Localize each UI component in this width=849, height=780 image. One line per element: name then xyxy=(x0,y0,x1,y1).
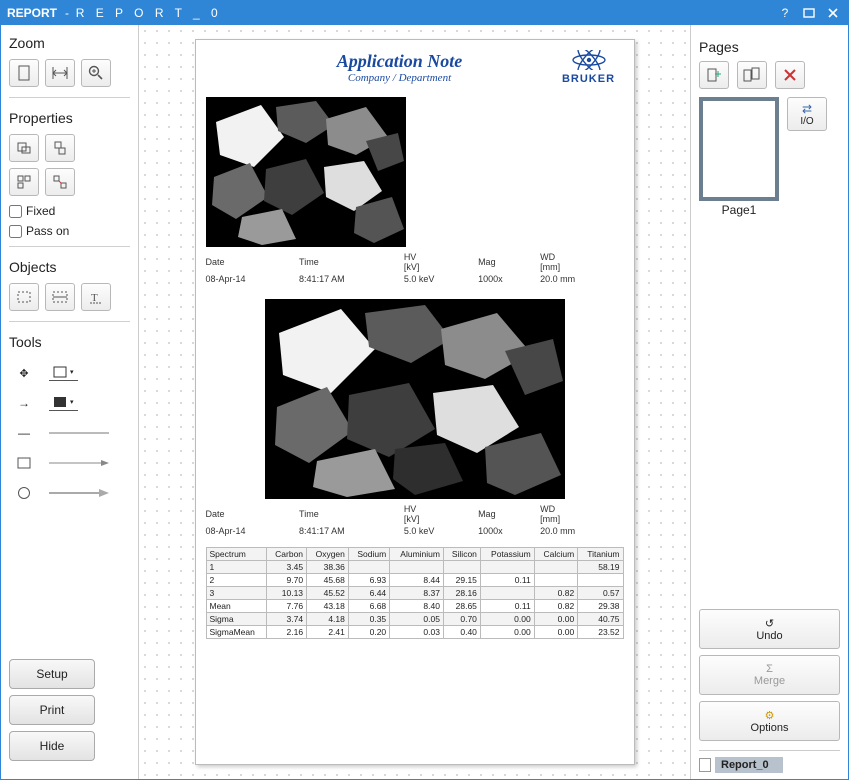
merge-button: Σ Merge xyxy=(699,655,840,695)
canvas-area[interactable]: Application Note Company / Department BR… xyxy=(139,25,690,779)
objects-section-title: Objects xyxy=(9,259,130,275)
print-button[interactable]: Print xyxy=(9,695,95,725)
passon-checkbox[interactable]: Pass on xyxy=(9,224,130,238)
options-button[interactable]: ⚙ Options xyxy=(699,701,840,741)
zoom-fit-page-button[interactable] xyxy=(9,59,39,87)
rect-icon[interactable] xyxy=(17,457,31,469)
table-row: 29.7045.686.938.4429.150.11 xyxy=(206,574,623,587)
fixed-checkbox[interactable]: Fixed xyxy=(9,204,130,218)
document-icon xyxy=(699,758,711,772)
prop-align-button[interactable] xyxy=(9,134,39,162)
setup-button[interactable]: Setup xyxy=(9,659,95,689)
io-button[interactable]: ⇄ I/O xyxy=(787,97,827,131)
duplicate-page-button[interactable] xyxy=(737,61,767,89)
add-page-button[interactable] xyxy=(699,61,729,89)
arrow-thick-option[interactable] xyxy=(49,489,109,497)
bruker-logo: BRUKER xyxy=(554,50,624,85)
prop-ungroup-button[interactable] xyxy=(45,168,75,196)
page-header: Application Note Company / Department BR… xyxy=(206,50,624,85)
delete-page-button[interactable] xyxy=(775,61,805,89)
fill-none-dropdown[interactable]: ▾ xyxy=(49,366,78,381)
zoom-section-title: Zoom xyxy=(9,35,130,51)
report-window: REPORT - R E P O R T _ 0 ? Zoom Properti… xyxy=(0,0,849,780)
report-page[interactable]: Application Note Company / Department BR… xyxy=(195,39,635,765)
report-title: Application Note xyxy=(246,51,554,72)
image2-info-table: DateTimeHV[kV]MagWD[mm] 08-Apr-148:41:17… xyxy=(206,503,624,537)
help-button[interactable]: ? xyxy=(776,5,794,21)
line-thin-option[interactable] xyxy=(49,430,109,436)
zoom-magnify-button[interactable] xyxy=(81,59,111,87)
table-row: Sigma3.744.180.350.050.700.000.0040.75 xyxy=(206,613,623,626)
image1-info-table: DateTimeHV[kV]MagWD[mm] 08-Apr-148:41:17… xyxy=(206,251,624,285)
left-panel: Zoom Properties Fixed Pass on Objects xyxy=(1,25,139,779)
arrow-thin-option[interactable] xyxy=(49,459,109,467)
maximize-button[interactable] xyxy=(800,5,818,21)
object-text-button[interactable]: T xyxy=(81,283,111,311)
prop-group-button[interactable] xyxy=(9,168,39,196)
zoom-fit-width-button[interactable] xyxy=(45,59,75,87)
undo-icon: ↺ xyxy=(765,617,774,630)
svg-text:T: T xyxy=(91,292,98,304)
options-icon: ⚙ xyxy=(765,709,775,722)
arrow-right-icon[interactable]: → xyxy=(18,396,30,410)
sigma-icon: Σ xyxy=(766,663,773,675)
title-bar: REPORT - R E P O R T _ 0 ? xyxy=(1,1,848,25)
fill-solid-dropdown[interactable]: ▾ xyxy=(49,396,78,411)
sem-image-1[interactable] xyxy=(206,97,406,247)
spectrum-table: SpectrumCarbonOxygenSodiumAluminiumSilic… xyxy=(206,547,624,639)
close-button[interactable] xyxy=(824,5,842,21)
move-icon[interactable]: ✥ xyxy=(19,367,28,380)
tools-section-title: Tools xyxy=(9,334,130,350)
title-doc: R E P O R T _ 0 xyxy=(76,6,222,20)
properties-section-title: Properties xyxy=(9,110,130,126)
right-panel: Pages Page1 ⇄ I/O xyxy=(690,25,848,779)
prop-arrange-button[interactable] xyxy=(45,134,75,162)
object-frame-button[interactable] xyxy=(9,283,39,311)
sem-image-2[interactable] xyxy=(265,299,565,499)
report-subtitle: Company / Department xyxy=(246,72,554,84)
tools-grid: ✥ ▾ → ▾ — xyxy=(9,358,130,508)
hline-icon[interactable]: — xyxy=(18,426,30,440)
table-row: 13.4538.3658.19 xyxy=(206,561,623,574)
report-tab[interactable]: Report_0 xyxy=(715,757,783,773)
table-row: SigmaMean2.162.410.200.030.400.000.0023.… xyxy=(206,626,623,639)
object-image-button[interactable] xyxy=(45,283,75,311)
circle-icon[interactable] xyxy=(17,486,31,500)
hide-button[interactable]: Hide xyxy=(9,731,95,761)
pages-section-title: Pages xyxy=(699,39,840,55)
title-app: REPORT xyxy=(7,6,57,20)
table-row: Mean7.7643.186.688.4028.650.110.8229.38 xyxy=(206,600,623,613)
page1-thumbnail[interactable] xyxy=(699,97,779,201)
undo-button[interactable]: ↺ Undo xyxy=(699,609,840,649)
page1-label: Page1 xyxy=(699,203,779,217)
table-row: 310.1345.526.448.3728.160.820.57 xyxy=(206,587,623,600)
